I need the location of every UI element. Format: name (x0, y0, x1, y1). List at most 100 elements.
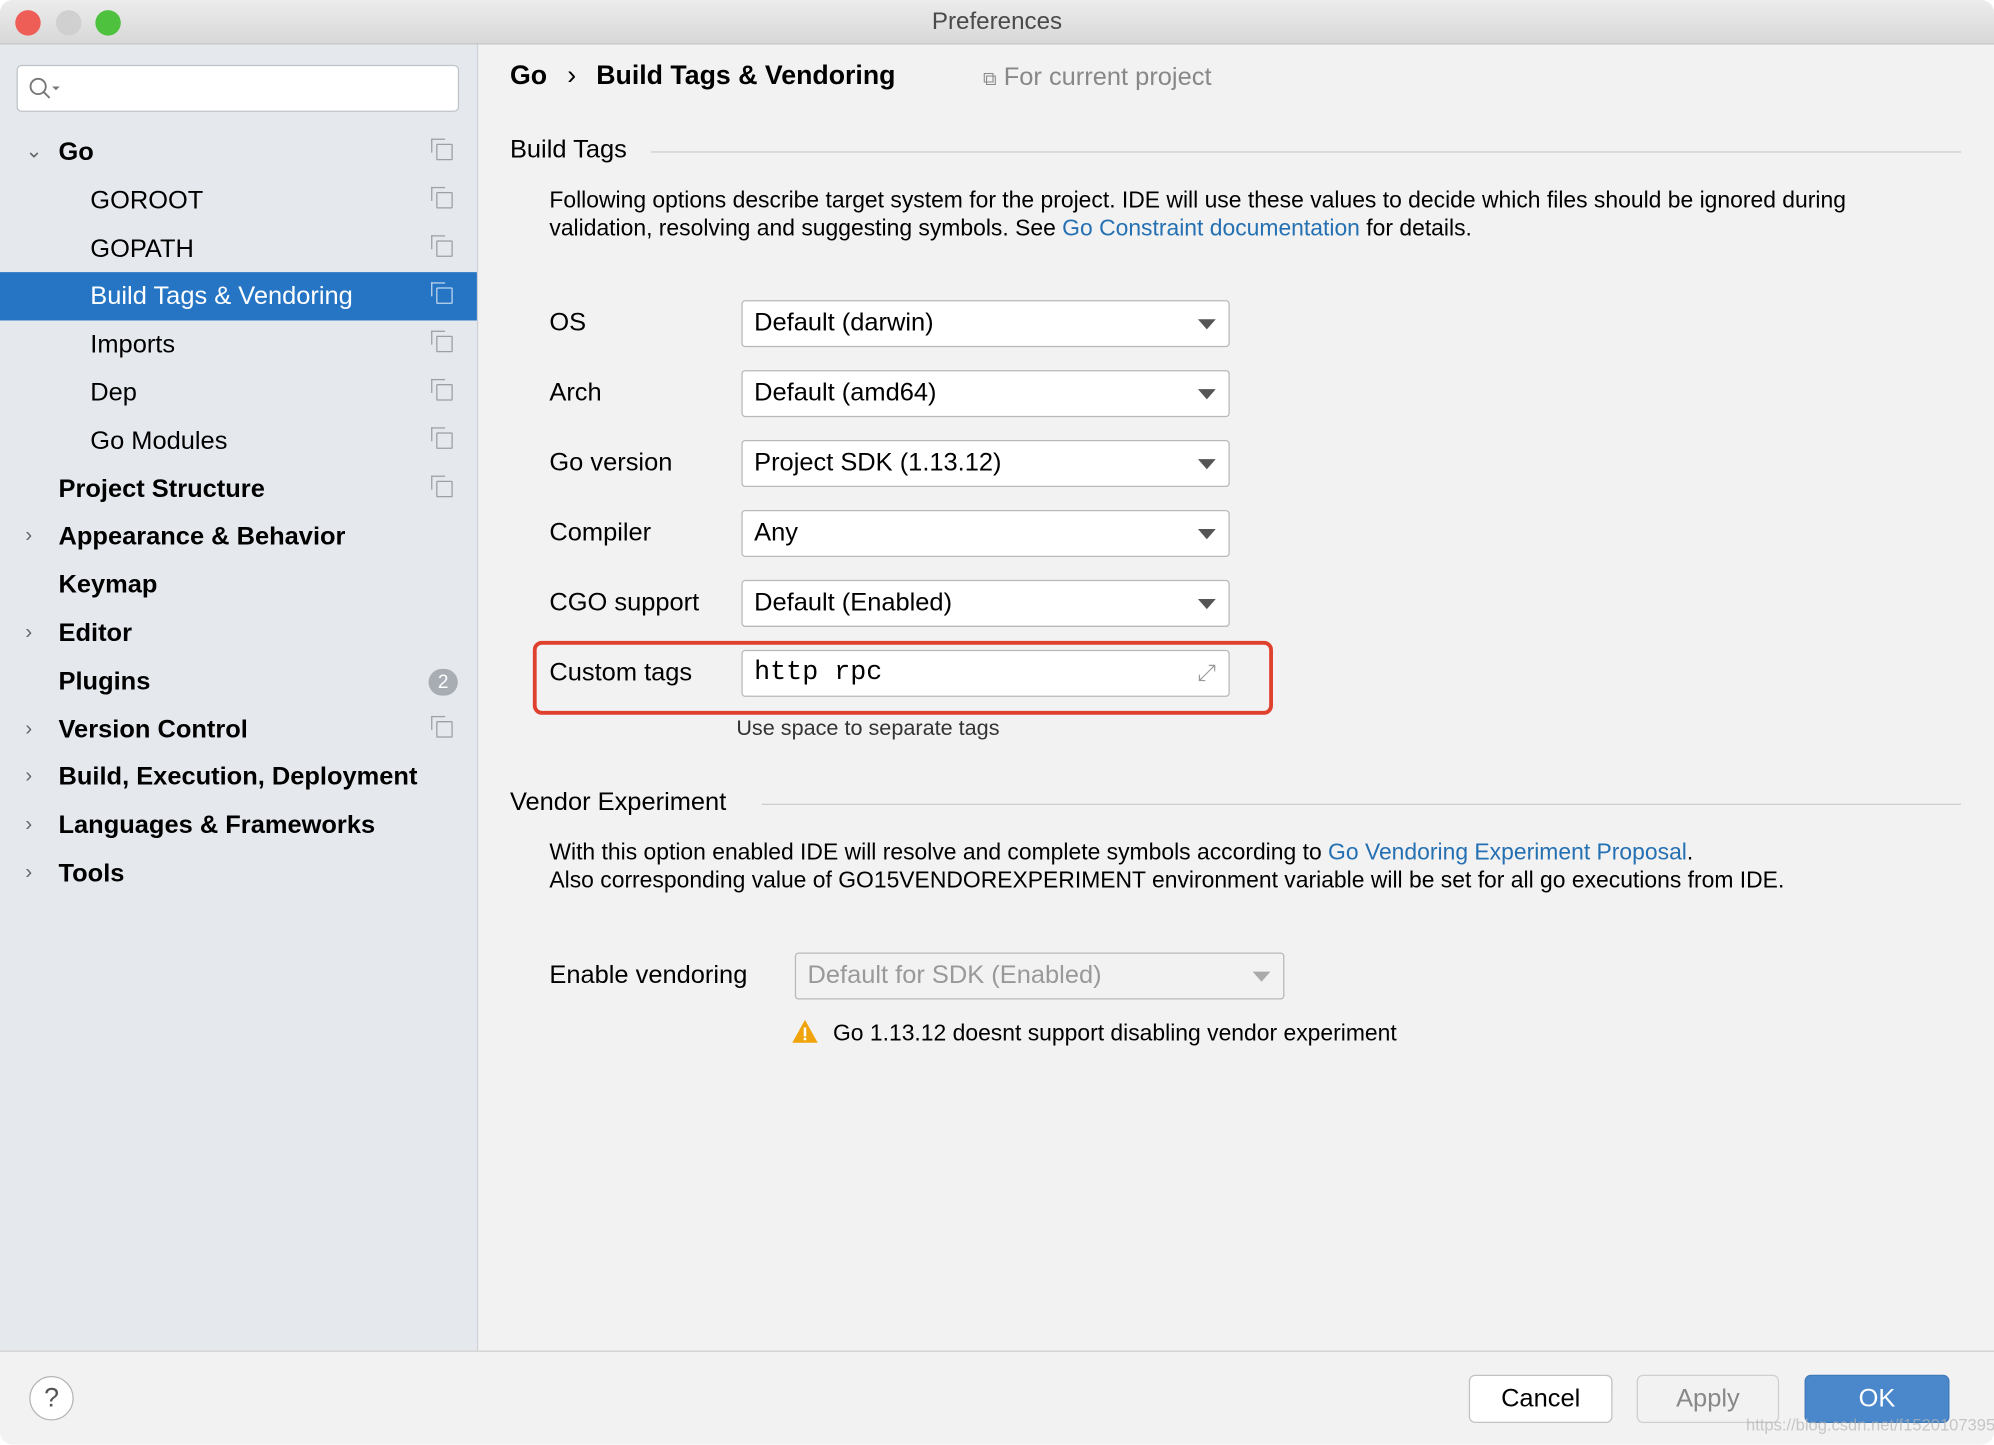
sidebar-item-appearance-behavior[interactable]: › Appearance & Behavior (0, 513, 477, 561)
os-dropdown[interactable]: Default (darwin) (741, 300, 1230, 348)
project-level-icon (431, 715, 453, 738)
custom-tags-label: Custom tags (549, 658, 693, 687)
go-version-label: Go version (549, 448, 673, 477)
sidebar-item-label: Appearance & Behavior (58, 523, 346, 552)
sidebar-item-plugins[interactable]: Plugins 2 (0, 657, 477, 705)
chevron-down-icon (1197, 319, 1216, 330)
sidebar-item-imports[interactable]: Imports (0, 321, 477, 369)
arch-label: Arch (549, 378, 602, 407)
sidebar-item-goroot[interactable]: GOROOT (0, 177, 477, 225)
vendoring-warning: Go 1.13.12 doesnt support disabling vend… (791, 1019, 1397, 1047)
chevron-down-icon (1252, 971, 1271, 982)
sidebar-item-label: Keymap (58, 571, 158, 600)
project-scope-label: ⧉ For current project (983, 64, 1211, 93)
project-level-icon (431, 138, 453, 161)
window-title: Preferences (931, 8, 1063, 36)
go-vendoring-proposal-link[interactable]: Go Vendoring Experiment Proposal (1328, 839, 1687, 864)
sidebar-item-label: Plugins (58, 667, 151, 696)
sidebar-item-version-control[interactable]: › Version Control (0, 705, 477, 753)
chevron-down-icon (1197, 459, 1216, 470)
arch-value: Default (amd64) (754, 378, 937, 407)
sidebar-item-label: GOROOT (90, 186, 204, 215)
sidebar-item-gopath[interactable]: GOPATH (0, 225, 477, 273)
vendor-experiment-heading: Vendor Experiment (509, 788, 727, 817)
project-level-icon (431, 186, 453, 209)
sidebar-item-go-modules[interactable]: Go Modules (0, 417, 477, 465)
project-level-icon (431, 427, 453, 449)
go-constraint-documentation-link[interactable]: Go Constraint documentation (1062, 215, 1360, 240)
footer-divider (0, 1350, 1994, 1352)
preferences-window: Preferences ⌄ Go GOROOT GOPATH Build Tags & … (0, 0, 1994, 1445)
help-button[interactable]: ? (29, 1375, 74, 1421)
breadcrumb-root[interactable]: Go (510, 61, 547, 90)
sidebar-item-go[interactable]: ⌄ Go (0, 128, 477, 176)
compiler-dropdown[interactable]: Any (741, 509, 1230, 558)
project-level-icon (431, 282, 453, 305)
sidebar-item-label: Project Structure (58, 475, 265, 504)
title-bar: Preferences (0, 0, 1994, 45)
watermark: https://blog.csdn.net/f1520107395 (1746, 1415, 1994, 1435)
project-scope-icon: ⧉ (983, 68, 997, 91)
plugins-update-badge: 2 (428, 668, 458, 696)
cancel-button[interactable]: Cancel (1468, 1374, 1613, 1424)
go-version-dropdown[interactable]: Project SDK (1.13.12) (741, 440, 1230, 488)
divider (761, 803, 1961, 805)
project-level-icon (431, 330, 453, 353)
sidebar-item-project-structure[interactable]: Project Structure (0, 465, 477, 513)
cgo-support-value: Default (Enabled) (754, 588, 953, 617)
chevron-down-icon[interactable]: ⌄ (25, 128, 42, 176)
custom-tags-hint: Use space to separate tags (736, 715, 1000, 741)
enable-vendoring-label: Enable vendoring (549, 961, 748, 990)
compiler-value: Any (754, 518, 798, 547)
cgo-support-label: CGO support (549, 588, 700, 617)
chevron-right-icon[interactable]: › (25, 513, 32, 561)
compiler-label: Compiler (549, 518, 652, 547)
chevron-right-icon[interactable]: › (25, 849, 32, 897)
sidebar-item-label: Editor (58, 619, 132, 648)
build-tags-heading: Build Tags (509, 136, 627, 165)
description-text: . (1686, 839, 1694, 865)
breadcrumb-current: Build Tags & Vendoring (596, 61, 896, 91)
chevron-right-icon[interactable]: › (25, 705, 32, 753)
description-text: validation, resolving and suggesting sym… (549, 214, 1063, 241)
breadcrumb: Go › Build Tags & Vendoring (510, 61, 896, 92)
expand-icon[interactable]: ⤢ (1197, 651, 1215, 696)
sidebar-item-label: Version Control (58, 715, 248, 744)
chevron-down-icon (1197, 389, 1216, 400)
divider (651, 151, 1961, 153)
sidebar-item-tools[interactable]: › Tools (0, 849, 477, 897)
chevron-right-icon[interactable]: › (25, 609, 32, 657)
project-scope-text: For current project (1003, 63, 1212, 92)
description-text: With this option enabled IDE will resolv… (549, 839, 1329, 865)
sidebar-item-keymap[interactable]: Keymap (0, 561, 477, 609)
settings-sidebar: ⌄ Go GOROOT GOPATH Build Tags & Vendoring Imp… (0, 44, 479, 1351)
sidebar-item-label: Dep (90, 378, 137, 407)
sidebar-item-label: GOPATH (90, 234, 194, 263)
chevron-right-icon[interactable]: › (25, 801, 32, 849)
sidebar-item-label: Languages & Frameworks (58, 811, 376, 840)
warning-text: Go 1.13.12 doesnt support disabling vend… (832, 1019, 1397, 1046)
sidebar-item-dep[interactable]: Dep (0, 369, 477, 417)
chevron-down-icon (1197, 598, 1216, 610)
enable-vendoring-dropdown[interactable]: Default for SDK (Enabled) (794, 952, 1285, 1000)
cgo-support-dropdown[interactable]: Default (Enabled) (741, 579, 1230, 627)
sidebar-item-build-tags-vendoring[interactable]: Build Tags & Vendoring (0, 272, 477, 321)
custom-tags-input[interactable]: http rpc ⤢ (741, 649, 1230, 697)
description-text: for details. (1359, 214, 1472, 241)
os-label: OS (549, 309, 587, 338)
search-icon (29, 77, 60, 99)
custom-tags-value: http rpc (754, 658, 883, 688)
arch-dropdown[interactable]: Default (amd64) (741, 370, 1230, 418)
build-tags-description: Following options describe target system… (549, 186, 1961, 242)
warning-icon (792, 1019, 818, 1043)
description-line: With this option enabled IDE will resolv… (549, 838, 1961, 866)
chevron-down-icon (1197, 529, 1216, 540)
sidebar-item-build-execution-deployment[interactable]: › Build, Execution, Deployment (0, 753, 477, 801)
enable-vendoring-value: Default for SDK (Enabled) (807, 961, 1102, 990)
sidebar-item-editor[interactable]: › Editor (0, 609, 477, 657)
sidebar-item-languages-frameworks[interactable]: › Languages & Frameworks (0, 801, 477, 849)
chevron-right-icon[interactable]: › (25, 753, 32, 801)
description-line: validation, resolving and suggesting sym… (549, 214, 1961, 242)
settings-search-input[interactable] (16, 64, 460, 112)
sidebar-item-label: Go (58, 138, 94, 167)
